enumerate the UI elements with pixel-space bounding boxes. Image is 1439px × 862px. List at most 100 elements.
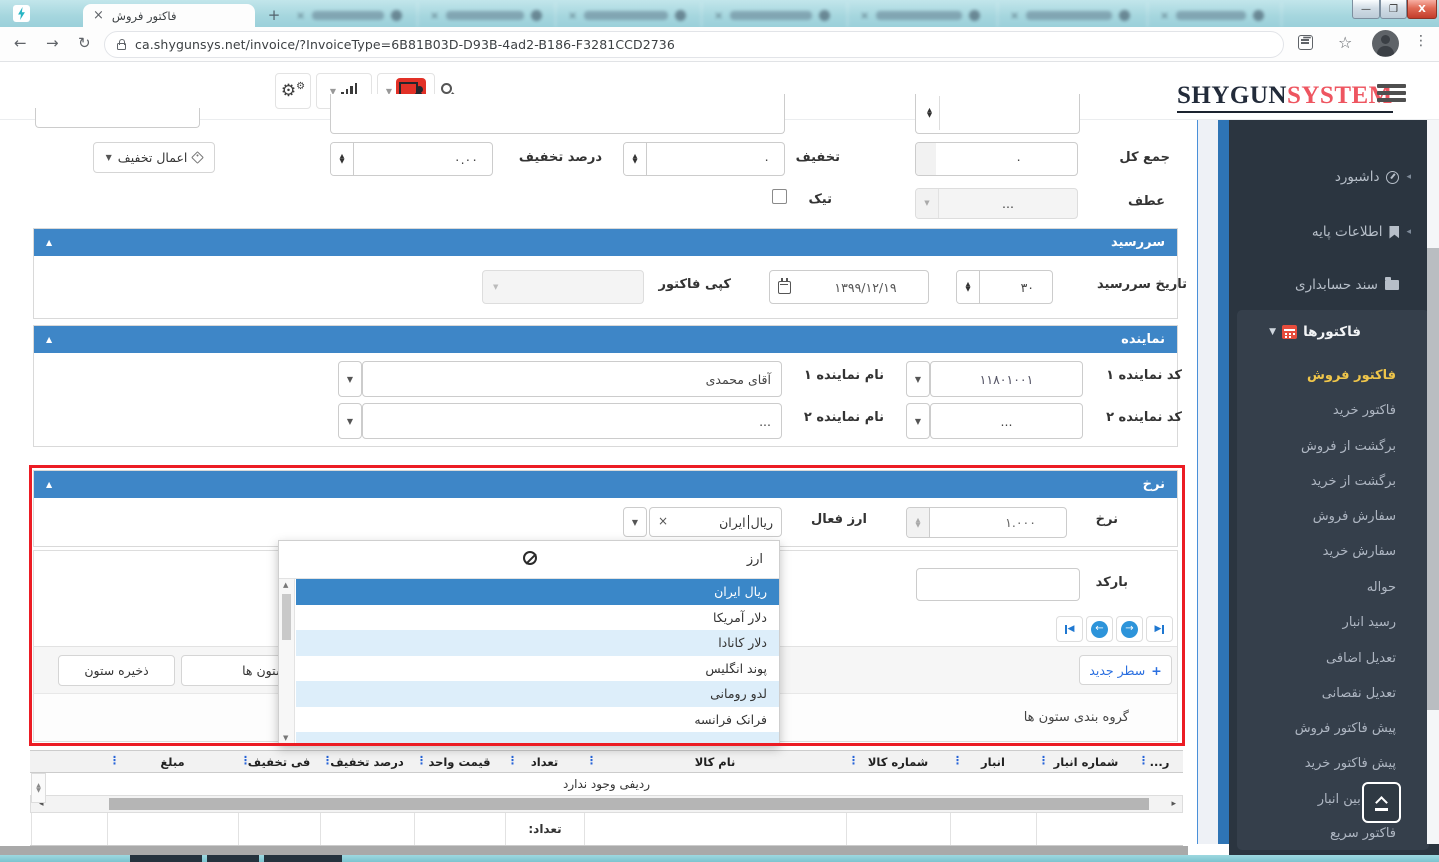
column-menu-icon[interactable]: ⋮ xyxy=(416,754,427,767)
tick-checkbox[interactable] xyxy=(772,189,787,204)
discount-input[interactable]: ▲▼ ۰ xyxy=(623,142,785,176)
background-tab[interactable]: × xyxy=(1002,3,1148,27)
hamburger-menu-icon[interactable] xyxy=(1377,84,1406,102)
column-menu-icon[interactable]: ⋮ xyxy=(1038,754,1049,767)
tab-close-icon[interactable]: × xyxy=(568,9,577,22)
spinner-control[interactable]: ▲▼ xyxy=(957,271,980,303)
reload-icon[interactable]: ↻ xyxy=(78,34,91,52)
dropdown-item-selected[interactable]: ریال ایران xyxy=(296,579,779,605)
background-tab[interactable]: × xyxy=(288,3,418,27)
spinner-control[interactable]: ▲▼ xyxy=(331,143,354,175)
scrollbar-thumb[interactable] xyxy=(1427,248,1439,710)
settings-button[interactable]: ⚙⚙ xyxy=(275,73,311,109)
agent-name1-dropdown-button[interactable]: ▼ xyxy=(338,361,362,397)
scrollbar-thumb[interactable] xyxy=(282,594,291,640)
tab-close-icon[interactable]: × xyxy=(1160,9,1169,22)
grid-horizontal-scrollbar[interactable]: ◂ ▸ xyxy=(30,795,1183,813)
address-bar[interactable]: ca.shygunsys.net/invoice/?InvoiceType=6B… xyxy=(104,31,1284,58)
grid-column-header[interactable]: شماره کالا⋮ xyxy=(846,751,950,772)
submenu-item-purchase-return[interactable]: برگشت از خرید xyxy=(1237,474,1429,489)
apply-discount-button[interactable]: اعمال تخفیف ▼ xyxy=(93,142,215,173)
copy-invoice-select[interactable]: ▼ xyxy=(482,270,644,304)
atf-input[interactable]: ▼ ... xyxy=(915,188,1078,219)
spinner-control[interactable]: ▲▼ xyxy=(624,143,647,175)
submenu-item-surplus-adjustment[interactable]: تعدیل اضافی xyxy=(1237,651,1429,666)
grid-column-header[interactable]: نام کالا⋮ xyxy=(584,751,846,772)
spinner-control[interactable]: ▲▼ xyxy=(920,96,940,130)
window-close-button[interactable]: X xyxy=(1407,0,1437,19)
grid-column-header[interactable]: انبار⋮ xyxy=(950,751,1036,772)
tab-close-icon[interactable]: × xyxy=(296,9,305,22)
tab-close-icon[interactable]: × xyxy=(860,9,869,22)
column-menu-icon[interactable]: ⋮ xyxy=(240,754,251,767)
background-tab[interactable]: × xyxy=(706,3,848,27)
submenu-item-sales-order[interactable]: سفارش فروش xyxy=(1237,509,1429,524)
submenu-item-quick-invoice[interactable]: فاکتور سریع xyxy=(1237,826,1429,841)
currency-dropdown-button[interactable]: ▼ xyxy=(623,507,647,537)
calendar-icon[interactable] xyxy=(778,281,791,294)
new-tab-button[interactable]: + xyxy=(263,6,285,24)
discount-percent-input[interactable]: ▲▼ ۰.۰۰ xyxy=(330,142,493,176)
sidebar-item-dashboard[interactable]: داشبورد ◂ xyxy=(1229,165,1439,189)
column-menu-icon[interactable]: ⋮ xyxy=(109,754,120,767)
currency-combobox[interactable]: × ریال ایران xyxy=(649,507,782,537)
agent-code1-dropdown-button[interactable]: ▼ xyxy=(906,361,930,397)
nav-next-button[interactable]: → xyxy=(1116,616,1143,642)
submenu-item-sales-invoice[interactable]: فاکتور فروش xyxy=(1237,368,1429,383)
dropdown-item[interactable]: فرانک فرانسه xyxy=(296,707,779,733)
tab-close-icon[interactable]: × xyxy=(1010,9,1019,22)
collapse-icon[interactable]: ▲ xyxy=(46,480,52,489)
background-tab[interactable]: × xyxy=(852,3,998,27)
grand-total-input[interactable]: ۰ xyxy=(915,142,1078,176)
collapse-icon[interactable]: ▲ xyxy=(46,238,52,247)
profile-avatar[interactable] xyxy=(1372,30,1399,57)
grid-column-header[interactable]: ر...⋮ xyxy=(1136,751,1183,772)
sidebar-group-invoices[interactable]: ▼ فاکتورها xyxy=(1237,324,1429,340)
due-days-input[interactable]: ▲▼ ۳۰ xyxy=(956,270,1053,304)
background-tab[interactable]: × xyxy=(422,3,556,27)
cutoff-input-center[interactable] xyxy=(330,94,785,134)
submenu-item-warehouse-receipt[interactable]: رسید انبار xyxy=(1237,615,1429,630)
nav-prev-button[interactable]: ← xyxy=(1086,616,1113,642)
dropdown-scrollbar[interactable]: ▲ ▼ xyxy=(279,579,295,744)
scroll-down-icon[interactable]: ▼ xyxy=(283,734,288,742)
agent-name2-dropdown-button[interactable]: ▼ xyxy=(338,403,362,439)
tab-close-icon[interactable]: × xyxy=(430,9,439,22)
background-tab[interactable]: × xyxy=(1152,3,1282,27)
submenu-item-proforma-sales[interactable]: پیش فاکتور فروش xyxy=(1237,721,1429,736)
collapse-icon[interactable]: ▲ xyxy=(46,335,52,344)
submenu-item-transfer[interactable]: حواله xyxy=(1237,580,1429,595)
agent-name2-input[interactable]: ... xyxy=(362,403,782,439)
barcode-input[interactable] xyxy=(916,568,1080,601)
scrollbar-thumb[interactable] xyxy=(109,798,1149,810)
bookmark-star-icon[interactable]: ☆ xyxy=(1338,33,1352,52)
cutoff-input-right[interactable]: ▲▼ xyxy=(915,94,1080,134)
window-minimize-button[interactable]: — xyxy=(1352,0,1380,19)
agent-name1-input[interactable]: آقای محمدی xyxy=(362,361,782,397)
clear-icon[interactable]: × xyxy=(658,515,668,527)
grid-column-header[interactable]: شماره انبار⋮ xyxy=(1036,751,1136,772)
lock-icon[interactable] xyxy=(117,43,126,50)
brand-logo[interactable]: SHYGUNSYSTEM xyxy=(1177,82,1393,113)
submenu-item-sales-return[interactable]: برگشت از فروش xyxy=(1237,439,1429,454)
submenu-item-purchase-order[interactable]: سفارش خرید xyxy=(1237,544,1429,559)
browser-menu-icon[interactable]: ⋮ xyxy=(1414,33,1428,49)
grid-column-header[interactable]: مبلغ⋮ xyxy=(107,751,238,772)
background-tab[interactable]: × xyxy=(560,3,702,27)
rate-section-header[interactable]: نرخ ▲ xyxy=(34,471,1177,498)
dropdown-item[interactable]: دلار کانادا xyxy=(296,630,779,656)
back-icon[interactable]: ← xyxy=(14,34,27,52)
translate-icon[interactable] xyxy=(1298,35,1313,50)
column-menu-icon[interactable]: ⋮ xyxy=(322,754,333,767)
window-restore-button[interactable]: ❐ xyxy=(1380,0,1407,19)
column-menu-icon[interactable]: ⋮ xyxy=(952,754,963,767)
agent-section-header[interactable]: نماینده ▲ xyxy=(34,326,1177,353)
scroll-right-icon[interactable]: ▸ xyxy=(1171,799,1176,809)
scroll-up-icon[interactable]: ▲ xyxy=(283,581,288,589)
rate-input[interactable]: ▲▼ ۱.۰۰۰ xyxy=(906,507,1067,538)
forward-icon[interactable]: → xyxy=(46,34,59,52)
column-menu-icon[interactable]: ⋮ xyxy=(848,754,859,767)
grid-column-header[interactable]: فی تخفیف⋮ xyxy=(238,751,320,772)
nav-first-button[interactable]: ◀ xyxy=(1056,616,1083,642)
column-menu-icon[interactable]: ⋮ xyxy=(1138,754,1149,767)
